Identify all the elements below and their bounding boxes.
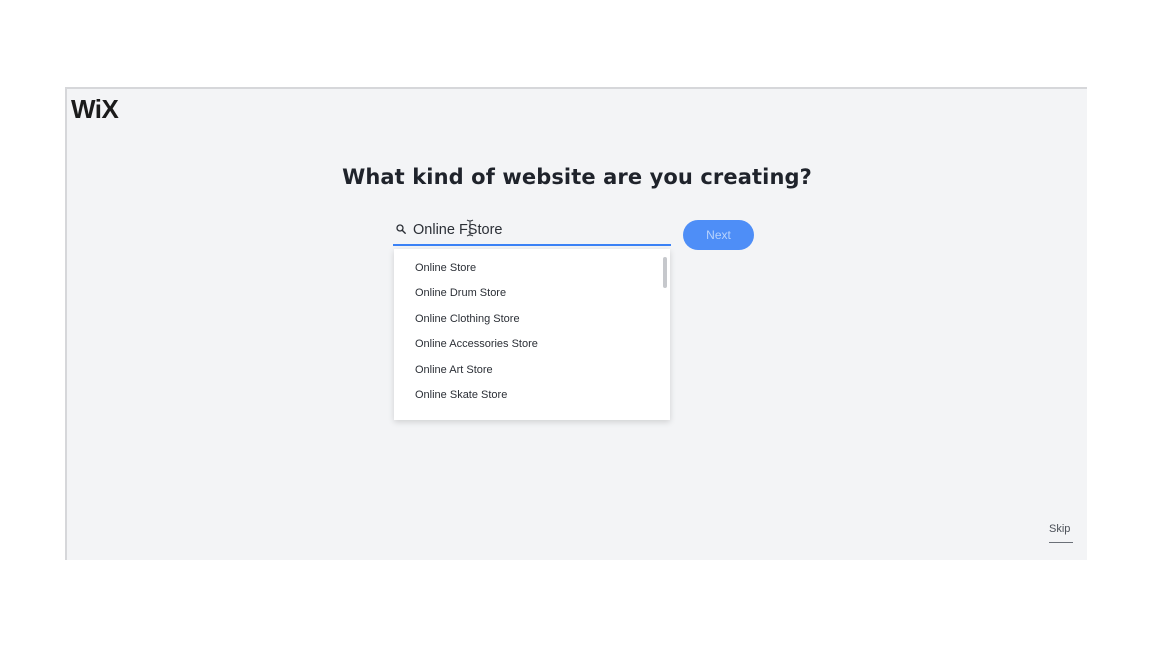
suggestion-item[interactable]: Online Clothing Store <box>394 307 670 332</box>
text-cursor-icon <box>466 219 474 237</box>
skip-link[interactable]: Skip <box>1049 523 1070 535</box>
suggestion-item[interactable]: Online Store <box>394 256 670 281</box>
onboarding-window: WiX What kind of website are you creatin… <box>65 87 1087 560</box>
skip-underline <box>1049 542 1073 543</box>
next-button[interactable]: Next <box>683 220 754 250</box>
suggestion-item[interactable]: Online Drum Store <box>394 281 670 306</box>
suggestion-item[interactable]: Online Accessories Store <box>394 332 670 357</box>
wix-logo: WiX <box>71 94 119 124</box>
suggestion-item[interactable]: Online Skate Store <box>394 383 670 408</box>
suggestion-item[interactable]: Online Art Store <box>394 358 670 383</box>
screen: WiX What kind of website are you creatin… <box>0 0 1152 648</box>
dropdown-scrollbar[interactable] <box>663 257 667 288</box>
search-icon <box>396 224 406 234</box>
search-input[interactable] <box>413 216 663 244</box>
page-title: What kind of website are you creating? <box>342 165 812 189</box>
suggestions-dropdown: Online Store Online Drum Store Online Cl… <box>394 249 670 420</box>
search-field[interactable] <box>393 216 671 246</box>
